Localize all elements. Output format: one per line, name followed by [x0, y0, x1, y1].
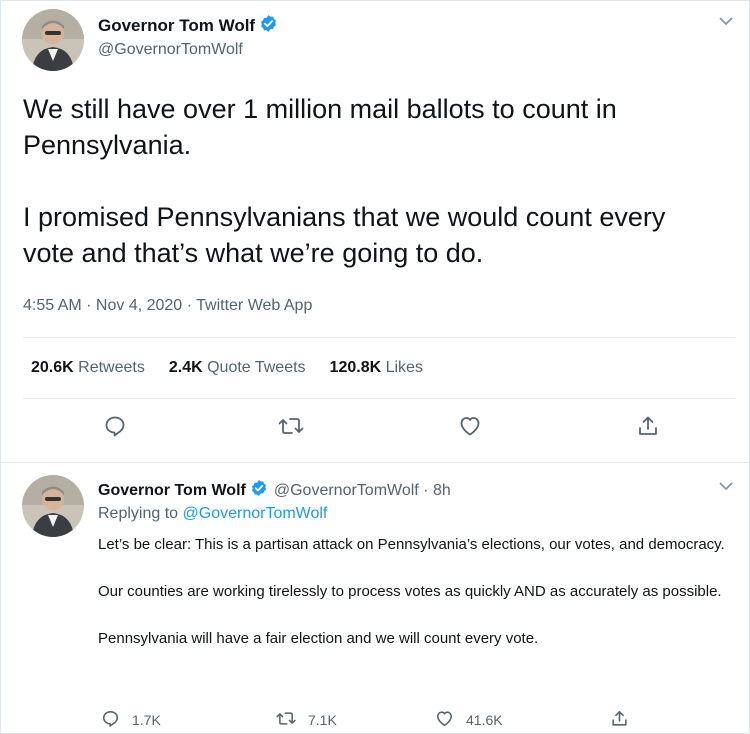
- tweet-paragraph: I promised Pennsylvanians that we would …: [23, 202, 666, 268]
- avatar[interactable]: [22, 9, 84, 71]
- reply-icon: [103, 414, 127, 443]
- share-icon: [636, 414, 660, 443]
- author-handle[interactable]: @GovernorTomWolf: [98, 41, 243, 59]
- reply-icon: [101, 709, 120, 731]
- reply-author-row: Governor Tom Wolf @GovernorTomWolf · 8h: [98, 479, 451, 502]
- reply-paragraph: Pennsylvania will have a fair election a…: [98, 630, 539, 647]
- avatar[interactable]: [22, 475, 84, 537]
- chevron-down-icon[interactable]: [719, 478, 733, 494]
- chevron-down-icon[interactable]: [719, 13, 733, 29]
- quote-tweets-label: Quote Tweets: [207, 359, 306, 376]
- author-handle-time[interactable]: @GovernorTomWolf · 8h: [274, 482, 451, 500]
- retweet-button[interactable]: 7.1K: [276, 709, 337, 731]
- divider: [23, 398, 735, 399]
- like-button[interactable]: [455, 413, 485, 443]
- author-name[interactable]: Governor Tom Wolf: [98, 16, 255, 36]
- likes-stat[interactable]: 120.8K Likes: [330, 359, 423, 377]
- share-icon: [610, 709, 629, 731]
- reply-count: 1.7K: [132, 712, 161, 728]
- likes-count: 120.8K: [329, 359, 382, 376]
- replying-to: Replying to @GovernorTomWolf: [98, 505, 327, 523]
- main-tweet: Governor Tom Wolf @GovernorTomWolf We st…: [1, 1, 750, 463]
- heart-icon: [435, 709, 454, 731]
- tweet-thread: Governor Tom Wolf @GovernorTomWolf We st…: [0, 0, 750, 734]
- quote-tweets-stat[interactable]: 2.4K Quote Tweets: [169, 359, 306, 377]
- tweet-text: We still have over 1 million mail ballot…: [23, 91, 723, 271]
- reply-text: Let’s be clear: This is a partisan attac…: [98, 532, 743, 673]
- author-row: Governor Tom Wolf: [98, 14, 278, 38]
- retweet-button[interactable]: [276, 413, 306, 443]
- author-name[interactable]: Governor Tom Wolf: [98, 482, 246, 500]
- tweet-paragraph: We still have over 1 million mail ballot…: [23, 94, 617, 160]
- replying-to-link[interactable]: @GovernorTomWolf: [183, 505, 328, 522]
- like-button[interactable]: 41.6K: [435, 709, 503, 731]
- retweets-count: 20.6K: [31, 359, 74, 376]
- like-count: 41.6K: [466, 712, 503, 728]
- reply-button[interactable]: [100, 413, 130, 443]
- retweet-icon: [276, 709, 296, 731]
- verified-badge-icon: [250, 479, 268, 502]
- share-button[interactable]: [633, 413, 663, 443]
- reply-paragraph: Our counties are working tirelessly to p…: [98, 583, 722, 600]
- tweet-actions: [1, 413, 750, 449]
- tweet-meta[interactable]: 4:55 AM · Nov 4, 2020 · Twitter Web App: [23, 297, 312, 315]
- reply-button[interactable]: 1.7K: [101, 709, 161, 731]
- divider: [23, 337, 735, 338]
- reply-actions: 1.7K 7.1K 41.6K: [98, 709, 658, 731]
- likes-label: Likes: [385, 359, 423, 376]
- engagement-stats: 20.6K Retweets 2.4K Quote Tweets 120.8K …: [31, 359, 447, 377]
- retweets-stat[interactable]: 20.6K Retweets: [31, 359, 145, 377]
- retweet-count: 7.1K: [308, 712, 337, 728]
- quote-tweets-count: 2.4K: [168, 359, 203, 376]
- verified-badge-icon: [259, 14, 278, 38]
- reply-tweet: Governor Tom Wolf @GovernorTomWolf · 8h …: [1, 464, 750, 734]
- retweets-label: Retweets: [78, 359, 145, 376]
- heart-icon: [458, 414, 482, 443]
- share-button[interactable]: [610, 709, 629, 731]
- retweet-icon: [278, 414, 304, 443]
- replying-prefix: Replying to: [98, 505, 179, 522]
- reply-paragraph: Let’s be clear: This is a partisan attac…: [98, 536, 725, 553]
